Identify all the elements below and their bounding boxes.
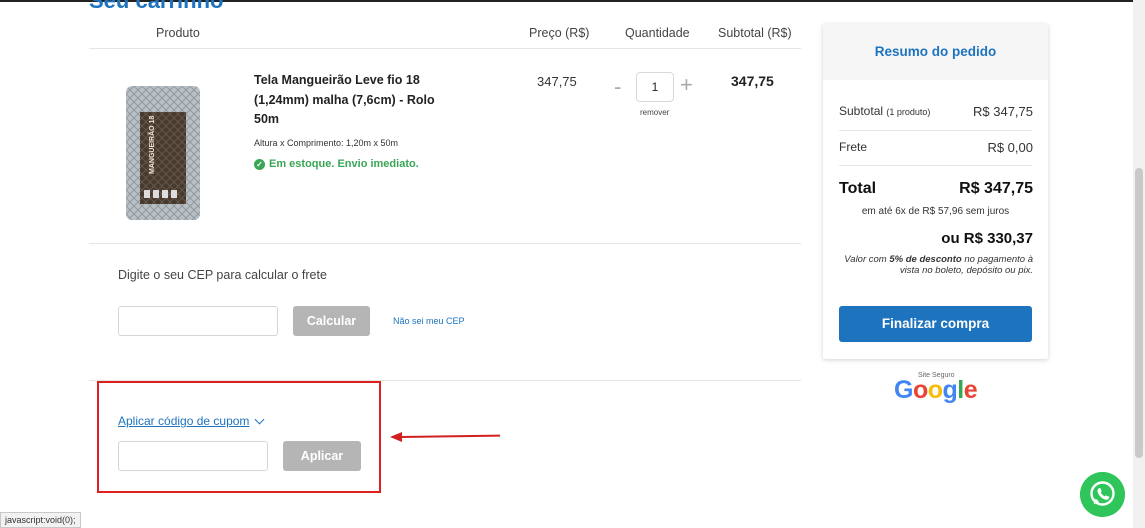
calculate-shipping-button[interactable]: Calcular: [293, 306, 370, 336]
annotation-arrow: [399, 434, 501, 438]
remove-item-link[interactable]: remover: [640, 108, 669, 117]
discount-note: Valor com 5% de desconto no pagamento à …: [844, 254, 1033, 276]
header-product: Produto: [156, 26, 200, 40]
whatsapp-icon[interactable]: [1080, 472, 1125, 517]
summary-divider: [839, 130, 1032, 131]
product-attributes: Altura x Comprimento: 1,20m x 50m: [254, 138, 399, 148]
check-circle-icon: ✓: [254, 158, 265, 170]
google-logo: Google: [894, 376, 978, 405]
discount-price: ou R$ 330,37: [941, 230, 1033, 247]
item-subtotal: 347,75: [731, 73, 774, 89]
coupon-toggle-label: Aplicar código de cupom: [118, 414, 250, 428]
header-price: Preço (R$): [529, 26, 590, 40]
quantity-input[interactable]: [636, 72, 674, 102]
quantity-decrease-button[interactable]: -: [614, 76, 621, 98]
chevron-down-icon: [254, 414, 265, 425]
stock-status: ✓ Em estoque. Envio imediato.: [254, 158, 419, 170]
installments-text: em até 6x de R$ 57,96 sem juros: [861, 206, 1010, 217]
item-price: 347,75: [537, 74, 577, 89]
order-summary-title: Resumo do pedido: [874, 44, 997, 59]
cep-input[interactable]: [118, 306, 278, 336]
logo-letter: o: [912, 376, 928, 404]
summary-divider: [839, 165, 1032, 166]
page-title: Seu carrinho: [89, 0, 224, 13]
unknown-cep-link[interactable]: Não sei meu CEP: [393, 316, 465, 326]
apply-coupon-button[interactable]: Aplicar: [283, 441, 361, 471]
logo-letter: g: [942, 376, 958, 404]
summary-shipping-label: Frete: [839, 140, 868, 154]
header-subtotal: Subtotal (R$): [718, 26, 792, 40]
annotation-highlight-box: [97, 381, 381, 493]
section-divider: [89, 243, 801, 244]
quantity-increase-button[interactable]: +: [680, 74, 693, 96]
logo-letter: G: [894, 376, 913, 404]
status-bar-url: javascript:void(0);: [0, 512, 81, 528]
summary-subtotal-label: Subtotal (1 produto): [839, 104, 931, 118]
order-summary-panel: Resumo do pedido Subtotal (1 produto) R$…: [823, 24, 1048, 359]
coupon-input[interactable]: [118, 441, 268, 471]
summary-total-value: R$ 347,75: [959, 180, 1033, 197]
annotation-arrow-head: [390, 432, 402, 442]
svg-text:MANGUEIRÃO 18: MANGUEIRÃO 18: [147, 116, 156, 174]
google-safe-site-badge: Site Seguro Google: [894, 372, 980, 406]
cep-label: Digite o seu CEP para calcular o frete: [118, 268, 327, 282]
product-image[interactable]: MANGUEIRÃO 18: [122, 82, 204, 224]
checkout-button[interactable]: Finalizar compra: [839, 306, 1032, 342]
scrollbar-thumb[interactable]: [1135, 168, 1143, 458]
logo-letter: o: [927, 376, 943, 404]
summary-shipping-value: R$ 0,00: [987, 140, 1033, 155]
coupon-toggle-link[interactable]: Aplicar código de cupom: [118, 414, 265, 428]
product-name-link[interactable]: Tela Mangueirão Leve fio 18 (1,24mm) mal…: [254, 71, 454, 130]
logo-letter: e: [963, 376, 978, 404]
header-quantity: Quantidade: [625, 26, 690, 40]
summary-total-label: Total: [839, 180, 877, 197]
header-divider: [89, 48, 801, 49]
stock-status-text: Em estoque. Envio imediato.: [269, 158, 419, 170]
summary-subtotal-value: R$ 347,75: [973, 104, 1033, 119]
